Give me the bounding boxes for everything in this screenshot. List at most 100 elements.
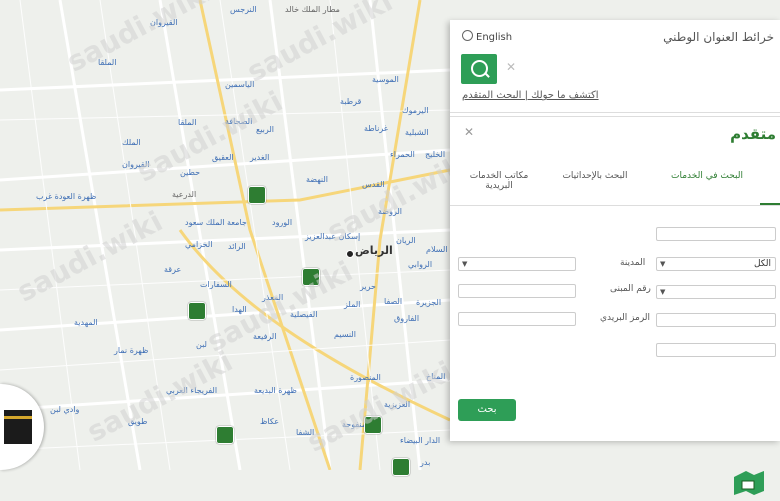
tab-coordinates-search[interactable]: البحث بالإحداثيات bbox=[550, 171, 640, 181]
map-label: المعذر bbox=[262, 293, 284, 302]
map-label: المناخ bbox=[426, 372, 446, 381]
map-label: القيروان bbox=[150, 18, 178, 27]
map-label: اليرموك bbox=[402, 106, 429, 115]
map-label: الملقا bbox=[178, 118, 197, 127]
region-select[interactable]: الكل bbox=[656, 257, 776, 271]
city-label: المدينة bbox=[620, 258, 646, 268]
map-label: الفاروق bbox=[394, 314, 420, 323]
kaaba-band-graphic bbox=[4, 416, 32, 419]
map-label: الدار البيضاء bbox=[400, 436, 441, 445]
map-label: الفريجاء العربي bbox=[166, 386, 218, 395]
map-label: الربيع bbox=[256, 125, 274, 134]
map-label: المنصورة bbox=[350, 373, 381, 382]
map-label: حطين bbox=[180, 168, 201, 177]
map-label: العزيزية bbox=[384, 400, 411, 409]
map-label: جامعة الملك سعود bbox=[185, 218, 247, 227]
map-pin-icon bbox=[732, 467, 766, 497]
map-label: منفوحة bbox=[342, 420, 367, 429]
map-label: غرناطة bbox=[364, 124, 388, 133]
map-label: السلام bbox=[426, 245, 448, 254]
address-search-panel: English خرائط العنوان الوطني ✕ اكتشف ما … bbox=[450, 20, 780, 495]
map-label: الملقا bbox=[98, 58, 117, 67]
district-select[interactable] bbox=[656, 285, 776, 299]
city-marker-icon bbox=[346, 250, 354, 258]
map-label: النهضة bbox=[306, 175, 328, 184]
advanced-tabs: البحث في الخدمات البحث بالإحداثيات مكاتب… bbox=[450, 163, 780, 206]
map-label: ظهرة العودة غرب bbox=[36, 192, 97, 201]
highway-shield-icon bbox=[248, 186, 266, 204]
map-label: طويق bbox=[128, 417, 148, 426]
map-label: الروابي bbox=[408, 260, 433, 269]
highway-shield-icon bbox=[364, 416, 382, 434]
tab-postal-offices[interactable]: مكاتب الخدمات البريدية bbox=[458, 171, 540, 191]
highway-shield-icon bbox=[216, 426, 234, 444]
city-select[interactable] bbox=[458, 257, 576, 271]
map-label: القدس bbox=[362, 180, 385, 189]
close-icon[interactable]: ✕ bbox=[464, 125, 474, 139]
postal-code-input[interactable] bbox=[458, 312, 576, 326]
map-label: الياسمين bbox=[225, 80, 255, 89]
language-label: English bbox=[476, 32, 513, 43]
map-label: الصحافة bbox=[225, 117, 253, 126]
map-label: إسكان عبدالعزيز bbox=[305, 232, 361, 241]
map-label: الغدير bbox=[250, 153, 270, 162]
highway-shield-icon bbox=[302, 268, 320, 286]
map-label: المهدية bbox=[74, 318, 98, 327]
explore-advanced-link[interactable]: اكتشف ما حولك | البحث المتقدم bbox=[462, 90, 599, 101]
map-label: الشبلية bbox=[405, 128, 429, 137]
active-tab-indicator bbox=[760, 203, 780, 205]
chevron-down-icon: ▼ bbox=[660, 260, 666, 268]
building-number-label: رقم المبنى bbox=[610, 284, 651, 294]
map-label: الصفا bbox=[384, 297, 403, 306]
map-label: الرائد bbox=[228, 242, 246, 251]
map-label: النرجس bbox=[230, 5, 257, 14]
map-label: الورود bbox=[272, 218, 293, 227]
advanced-search-section: ✕ متقدم البحث في الخدمات البحث بالإحداثي… bbox=[450, 116, 780, 495]
map-label: القيروان bbox=[122, 160, 150, 169]
highway-shield-icon bbox=[188, 302, 206, 320]
chevron-down-icon: ▼ bbox=[660, 288, 666, 296]
map-label: قرطبة bbox=[340, 97, 362, 106]
map-label: ظهرة البديعة bbox=[254, 386, 297, 395]
additional-number-field[interactable] bbox=[656, 343, 776, 357]
app-title: خرائط العنوان الوطني bbox=[663, 30, 774, 44]
map-label: الملك bbox=[122, 138, 141, 147]
map-label: الهدا bbox=[232, 305, 247, 314]
map-label: لبن bbox=[196, 340, 207, 349]
map-label: السفارات bbox=[200, 280, 232, 289]
panel-header: English خرائط العنوان الوطني ✕ اكتشف ما … bbox=[450, 20, 780, 113]
map-label: الريان bbox=[396, 236, 416, 245]
map-label: بدر bbox=[420, 458, 431, 467]
map-label: الخزامي bbox=[185, 240, 213, 249]
map-label: الخليج bbox=[425, 150, 446, 159]
street-field[interactable] bbox=[656, 313, 776, 327]
map-label: الجزيرة bbox=[416, 298, 442, 307]
map-label: الحمراء bbox=[390, 150, 415, 159]
chevron-down-icon: ▼ bbox=[462, 260, 468, 268]
map-label: الملز bbox=[344, 300, 361, 309]
search-button[interactable] bbox=[461, 54, 497, 84]
advanced-search-title: متقدم bbox=[730, 125, 776, 143]
map-label: حرير bbox=[360, 282, 376, 291]
building-number-input[interactable] bbox=[458, 284, 576, 298]
clear-search-icon[interactable]: ✕ bbox=[506, 60, 516, 74]
map-label: الدرعية bbox=[172, 190, 197, 199]
map-label: العقيق bbox=[212, 153, 234, 162]
map-label: عكاظ bbox=[260, 417, 280, 426]
tab-services-search[interactable]: البحث في الخدمات bbox=[662, 171, 752, 181]
map-label: وادي لبن bbox=[50, 405, 80, 414]
region-value: الكل bbox=[753, 259, 771, 269]
map-label: النسيم bbox=[334, 330, 356, 339]
map-label: الرفيعة bbox=[253, 332, 277, 341]
map-label: مطار الملك خالد bbox=[285, 5, 340, 14]
search-input[interactable] bbox=[522, 56, 780, 84]
map-label: ظهرة نمار bbox=[114, 346, 149, 355]
language-toggle[interactable]: English bbox=[462, 30, 512, 43]
find-button[interactable]: بحث bbox=[458, 399, 516, 421]
address-field[interactable] bbox=[656, 227, 776, 241]
map-label: عرقة bbox=[164, 265, 182, 274]
map-label: الروضة bbox=[378, 207, 403, 216]
map-label: الموسية bbox=[372, 75, 399, 84]
map-label: الشفا bbox=[296, 428, 315, 437]
map-label: الفيصلية bbox=[290, 310, 318, 319]
